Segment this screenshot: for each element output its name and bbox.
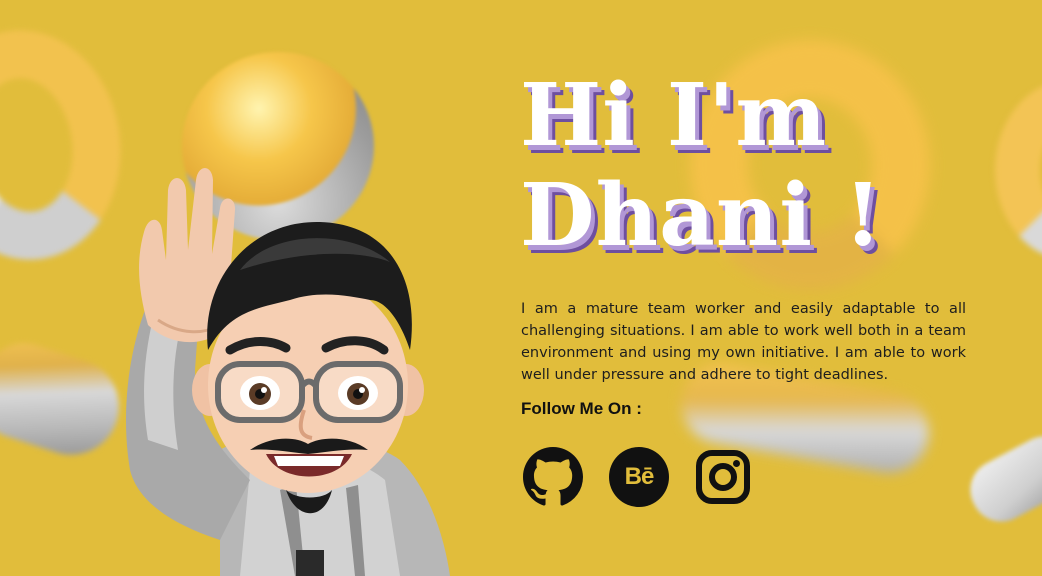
behance-icon-glyph: Bē: [624, 463, 655, 490]
bio-text: I am a mature team worker and easily ada…: [521, 301, 966, 383]
donut-shape-right: [995, 80, 1042, 260]
hero-title: Hi I'm Dhani !: [520, 66, 883, 266]
hero-title-line2: Dhani !: [520, 165, 883, 266]
cylinder-shape-right: [959, 425, 1042, 533]
behance-link[interactable]: Bē: [608, 446, 670, 508]
github-link[interactable]: [522, 446, 584, 508]
follow-label: Follow Me On :: [521, 399, 642, 418]
hero-section: Hi I'm Dhani ! I am a mature team worker…: [0, 0, 1042, 576]
memoji-avatar: [100, 150, 460, 576]
instagram-link[interactable]: [692, 446, 754, 508]
instagram-icon: [696, 450, 750, 504]
hero-title-line1: Hi I'm: [520, 65, 828, 166]
behance-icon: Bē: [609, 447, 669, 507]
github-icon: [523, 447, 583, 506]
